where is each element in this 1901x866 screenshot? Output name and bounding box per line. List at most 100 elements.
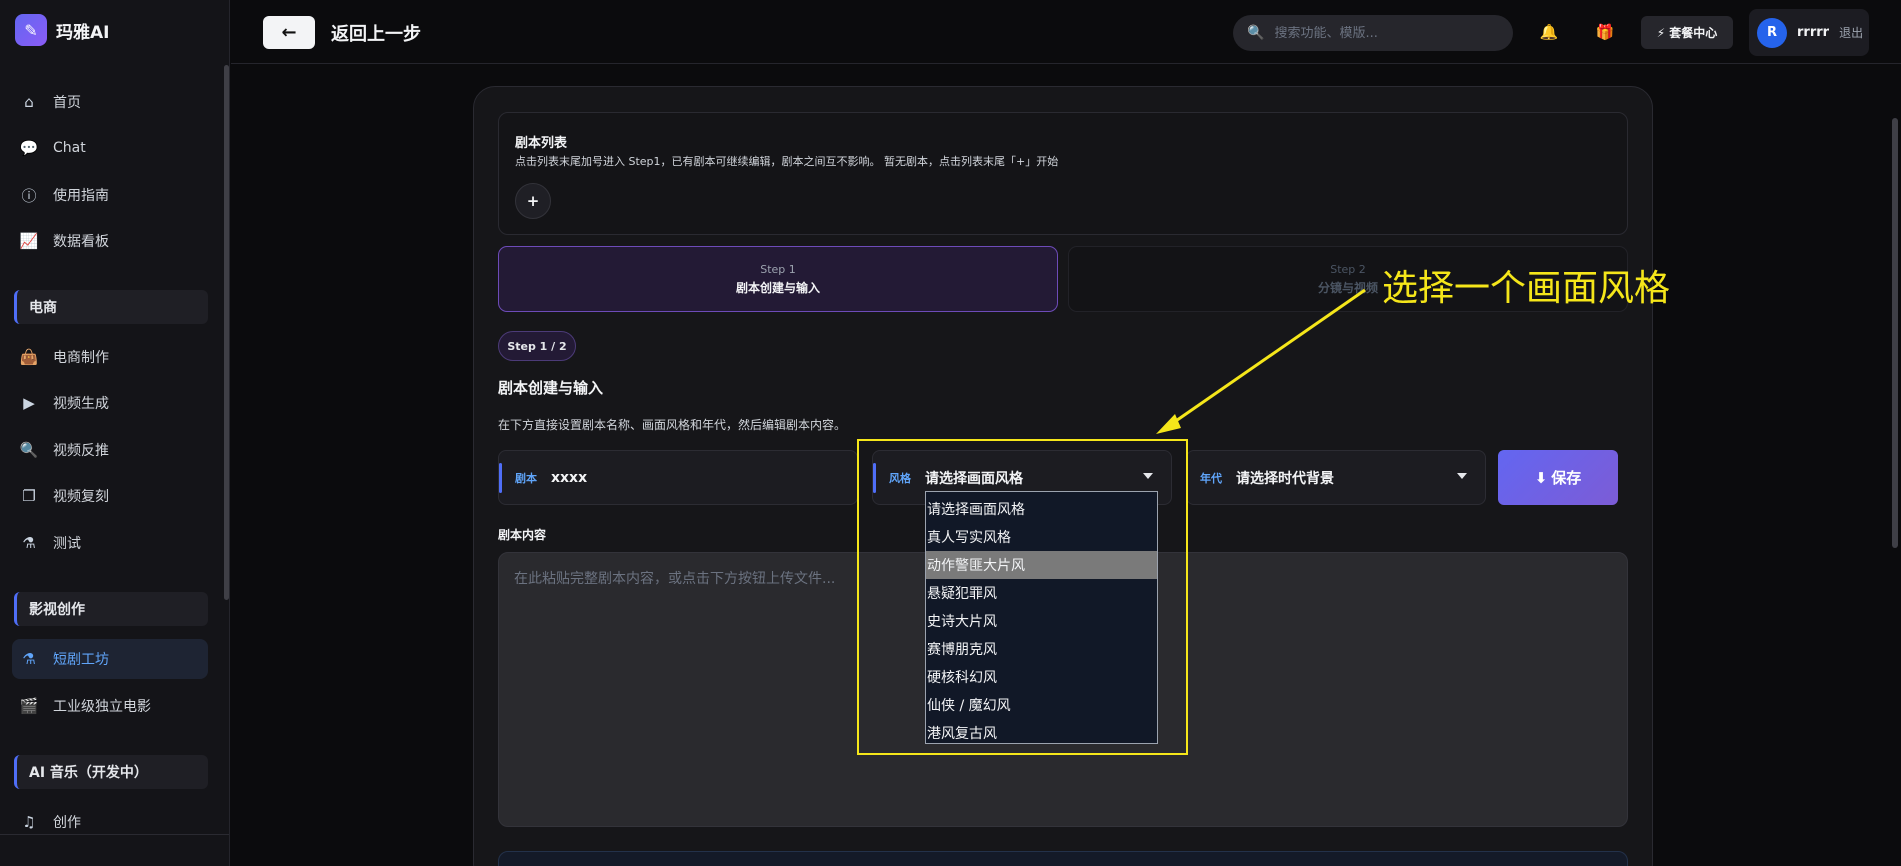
bottom-panel-edge [498,851,1628,866]
video-icon: ▶ [23,394,35,412]
field-label: 年代 [1200,471,1222,485]
add-script-button[interactable]: + [515,183,551,219]
logout-link[interactable]: 退出 [1839,24,1863,41]
section-description: 在下方直接设置剧本名称、画面风格和年代，然后编辑剧本内容。 [498,418,847,432]
back-title: 返回上一步 [331,24,421,45]
sidebar-item-video-reverse[interactable]: 🔍 视频反推 [12,430,208,470]
search-input[interactable] [1274,25,1495,41]
lightning-icon: ⚡ [1656,25,1666,40]
sidebar-item-video-gen[interactable]: ▶ 视频生成 [12,383,208,423]
chevron-down-icon [1457,473,1467,479]
style-select-value[interactable]: 请选择画面风格 [925,468,1023,488]
content-label: 剧本内容 [498,528,547,542]
sidebar-item-home[interactable]: ⌂ 首页 [12,82,208,122]
arrow-left-icon: ← [281,22,297,43]
style-option[interactable]: 悬疑犯罪风 [926,579,1157,607]
section-film: 影视创作 [14,592,208,626]
copy-icon: ❐ [22,487,36,505]
step-1-tab[interactable]: Step 1 剧本创建与输入 [498,246,1058,312]
style-option[interactable]: 请选择画面风格 [926,495,1157,523]
era-select[interactable]: 年代 请选择时代背景 [1186,450,1486,505]
download-icon: ⬇ [1534,468,1548,487]
sidebar-item-label: Chat [53,140,86,156]
sidebar-item-label: 首页 [53,95,81,111]
chevron-down-icon [1143,473,1153,479]
style-option[interactable]: 仙侠 / 魔幻风 [926,691,1157,719]
flask-icon: ⚗ [22,534,36,552]
field-label: 风格 [889,471,911,485]
brand-logo[interactable]: ✎ 玛雅AI [15,14,109,46]
script-list-panel: 剧本列表 点击列表末尾加号进入 Step1，已有剧本可继续编辑，剧本之间互不影响… [498,112,1628,235]
field-label: 剧本 [515,471,537,485]
chat-icon: 💬 [19,139,39,157]
sidebar-scrollbar[interactable] [224,65,229,600]
style-option[interactable]: 硬核科幻风 [926,663,1157,691]
sidebar-item-label: 视频反推 [53,443,109,459]
bell-icon[interactable]: 🔔 [1537,20,1561,44]
sidebar-item-dashboard[interactable]: 📈 数据看板 [12,221,208,261]
sidebar-item-guide[interactable]: ⓘ 使用指南 [12,175,208,215]
sidebar-item-video-clone[interactable]: ❐ 视频复刻 [12,476,208,516]
user-menu[interactable]: R rrrrr 退出 [1749,9,1869,56]
app-window: ✎ 玛雅AI ⌂ 首页 💬 Chat ⓘ 使用指南 📈 数据看板 电商 👜 电商… [0,0,1901,866]
field-accent [873,462,876,493]
era-select-value[interactable]: 请选择时代背景 [1236,468,1334,488]
username: rrrrr [1797,25,1830,40]
save-button[interactable]: ⬇ 保存 [1498,450,1618,505]
brand-name: 玛雅AI [56,22,110,43]
sidebar-item-label: 使用指南 [53,188,109,204]
save-label: 保存 [1551,469,1582,487]
sidebar-item-label: 创作 [53,815,81,831]
sidebar-item-test[interactable]: ⚗ 测试 [12,523,208,563]
step-progress-badge: Step 1 / 2 [498,331,576,361]
clapper-icon: 🎬 [19,697,39,715]
step-number: Step 2 [1330,262,1366,276]
script-list-description: 点击列表末尾加号进入 Step1，已有剧本可继续编辑，剧本之间互不影响。 暂无剧… [515,155,1059,168]
sidebar-item-label: 视频复刻 [53,489,109,505]
script-list-title: 剧本列表 [515,136,568,151]
sidebar-item-label: 数据看板 [53,234,109,250]
music-icon: ♫ [22,813,36,831]
search-box[interactable]: 🔍 [1233,15,1513,51]
sidebar-item-label: 电商制作 [53,350,109,366]
avatar: R [1757,17,1787,48]
gift-icon[interactable]: 🎁 [1593,20,1617,44]
section-title: 剧本创建与输入 [498,379,604,397]
bag-icon: 👜 [19,348,39,366]
style-option[interactable]: 史诗大片风 [926,607,1157,635]
sidebar-item-label: 短剧工坊 [53,652,109,668]
field-accent [499,462,502,493]
back-button[interactable]: ← [263,16,315,49]
sidebar-item-label: 测试 [53,536,81,552]
step-number: Step 1 [760,262,796,276]
sidebar-item-drama-workshop[interactable]: ⚗ 短剧工坊 [12,639,208,679]
step-title: 分镜与视频 [1317,280,1378,295]
style-dropdown-list: 请选择画面风格 真人写实风格 动作警匪大片风 悬疑犯罪风 史诗大片风 赛博朋克风… [925,491,1158,744]
home-icon: ⌂ [24,93,34,111]
help-icon: ⓘ [21,186,37,205]
annotation-text: 选择一个画面风格 [1382,268,1671,309]
style-option[interactable]: 真人写实风格 [926,523,1157,551]
step-title: 剧本创建与输入 [735,280,820,295]
script-name-value[interactable]: xxxx [551,470,587,486]
sidebar-item-label: 视频生成 [53,396,109,412]
style-option[interactable]: 港风复古风 [926,719,1157,747]
script-name-field[interactable]: 剧本 xxxx [498,450,858,505]
search-icon: 🔍 [1247,25,1265,41]
chart-icon: 📈 [19,232,39,250]
style-option-highlighted[interactable]: 动作警匪大片风 [926,551,1157,579]
sidebar-item-ecommerce-make[interactable]: 👜 电商制作 [12,337,208,377]
plan-center-label: 套餐中心 [1669,26,1718,40]
search-video-icon: 🔍 [19,441,39,459]
plan-center-button[interactable]: ⚡ 套餐中心 [1641,16,1733,49]
logo-icon: ✎ [15,14,47,46]
main-scrollbar[interactable] [1892,118,1898,548]
sidebar: ✎ 玛雅AI ⌂ 首页 💬 Chat ⓘ 使用指南 📈 数据看板 电商 👜 电商… [0,0,230,866]
sidebar-item-chat[interactable]: 💬 Chat [12,128,208,168]
sidebar-item-indie-film[interactable]: 🎬 工业级独立电影 [12,686,208,726]
sidebar-footer [0,834,229,866]
section-music: AI 音乐（开发中） [14,755,208,789]
style-option[interactable]: 赛博朋克风 [926,635,1157,663]
sidebar-item-label: 工业级独立电影 [53,699,151,715]
section-ecommerce: 电商 [14,290,208,324]
